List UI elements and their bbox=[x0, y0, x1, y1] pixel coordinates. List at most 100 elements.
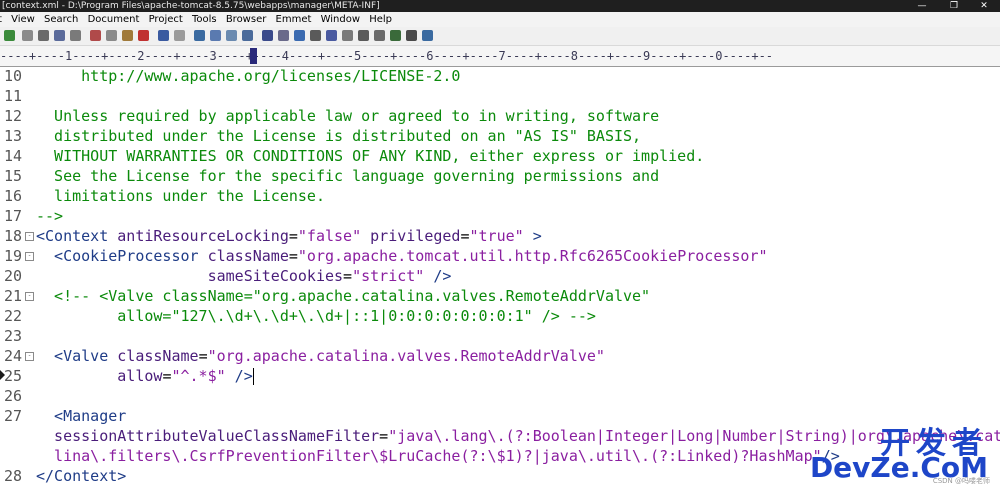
code-line[interactable]: 17 --> bbox=[0, 206, 1000, 226]
menu-bar: t View Search Document Project Tools Bro… bbox=[0, 12, 1000, 27]
code-token: > bbox=[523, 227, 542, 245]
menu-browser[interactable]: Browser bbox=[223, 12, 270, 27]
code-line[interactable]: 11 bbox=[0, 86, 1000, 106]
font-icon[interactable] bbox=[262, 30, 273, 41]
close-button[interactable]: ✕ bbox=[970, 0, 998, 12]
code-token: <Valve bbox=[36, 347, 118, 365]
code-text: distributed under the License is distrib… bbox=[36, 126, 641, 146]
fold-toggle-icon[interactable]: - bbox=[25, 292, 34, 301]
code-token: = bbox=[379, 427, 389, 445]
print-icon[interactable] bbox=[38, 30, 49, 41]
code-token: className bbox=[117, 347, 199, 365]
menu-window[interactable]: Window bbox=[318, 12, 363, 27]
line-number: 14 bbox=[4, 147, 23, 165]
menu-tools[interactable]: Tools bbox=[189, 12, 220, 27]
format-icon[interactable] bbox=[278, 30, 289, 41]
line-number: 17 bbox=[4, 207, 23, 225]
maximize-button[interactable]: ❐ bbox=[940, 0, 968, 12]
code-line[interactable]: 23 bbox=[0, 326, 1000, 346]
find-icon[interactable] bbox=[194, 30, 205, 41]
menu-help[interactable]: Help bbox=[366, 12, 395, 27]
delete-icon[interactable] bbox=[138, 30, 149, 41]
code-line[interactable]: 13 distributed under the License is dist… bbox=[0, 126, 1000, 146]
code-text: See the License for the specific languag… bbox=[36, 166, 659, 186]
copy-icon[interactable] bbox=[106, 30, 117, 41]
code-token: See the License for the specific languag… bbox=[36, 167, 660, 185]
code-line[interactable]: 25 allow="^.*$" /> bbox=[0, 366, 1000, 386]
code-line[interactable]: 18- <Context antiResourceLocking="false" … bbox=[0, 226, 1000, 246]
toolbar bbox=[0, 27, 1000, 46]
ruler-cursor-marker bbox=[250, 48, 257, 64]
code-line[interactable]: 24- <Valve className="org.apache.catalin… bbox=[0, 346, 1000, 366]
code-line[interactable]: 22 allow="127\.\d+\.\d+\.\d+|::1|0:0:0:0… bbox=[0, 306, 1000, 326]
settings-icon[interactable] bbox=[342, 30, 353, 41]
line-number: 20 bbox=[4, 267, 23, 285]
code-token: lina\.filters\.CsrfPreventionFilter\$Lru… bbox=[36, 447, 822, 465]
code-token: <!-- <Valve className="org.apache.catali… bbox=[36, 287, 651, 305]
line-numbers-icon[interactable] bbox=[310, 30, 321, 41]
code-token: /> bbox=[424, 267, 452, 285]
line-number: 13 bbox=[4, 127, 23, 145]
watermark-credit: CSDN @吗喽老师 bbox=[932, 477, 990, 485]
menu-project[interactable]: Project bbox=[146, 12, 186, 27]
code-text: <!-- <Valve className="org.apache.catali… bbox=[36, 286, 650, 306]
code-token: sameSiteCookies bbox=[36, 267, 344, 285]
line-number: 26 bbox=[4, 387, 23, 405]
code-text: </Context> bbox=[36, 466, 126, 486]
save-icon[interactable] bbox=[22, 30, 33, 41]
view-icon[interactable] bbox=[374, 30, 385, 41]
code-line[interactable]: 14 WITHOUT WARRANTIES OR CONDITIONS OF A… bbox=[0, 146, 1000, 166]
menu-search[interactable]: Search bbox=[41, 12, 81, 27]
cut-icon[interactable] bbox=[90, 30, 101, 41]
code-text: allow="^.*$" /> bbox=[36, 366, 254, 386]
redo-icon[interactable] bbox=[174, 30, 185, 41]
replace-icon[interactable] bbox=[226, 30, 237, 41]
code-token: privileged bbox=[361, 227, 461, 245]
code-line[interactable]: 15 See the License for the specific lang… bbox=[0, 166, 1000, 186]
code-token: distributed under the License is distrib… bbox=[36, 127, 642, 145]
menu-edit-partial[interactable]: t bbox=[0, 12, 5, 27]
code-line[interactable]: 21- <!-- <Valve className="org.apache.ca… bbox=[0, 286, 1000, 306]
find-next-icon[interactable] bbox=[210, 30, 221, 41]
code-token: className bbox=[207, 247, 289, 265]
line-number: 16 bbox=[4, 187, 23, 205]
browser-icon[interactable] bbox=[390, 30, 401, 41]
code-token: = bbox=[288, 227, 298, 245]
code-text: lina\.filters\.CsrfPreventionFilter\$Lru… bbox=[36, 446, 840, 466]
clip-icon[interactable] bbox=[406, 30, 417, 41]
code-token: <Manager bbox=[36, 407, 127, 425]
line-number: 23 bbox=[4, 327, 23, 345]
fold-toggle-icon[interactable]: - bbox=[25, 352, 34, 361]
undo-icon[interactable] bbox=[158, 30, 169, 41]
line-number: 10 bbox=[4, 67, 23, 85]
paste-icon[interactable] bbox=[122, 30, 133, 41]
new-file-icon[interactable] bbox=[4, 30, 15, 41]
fold-toggle-icon[interactable]: - bbox=[25, 252, 34, 261]
code-text: --> bbox=[36, 206, 63, 226]
code-line[interactable]: 26 bbox=[0, 386, 1000, 406]
goto-icon[interactable] bbox=[242, 30, 253, 41]
code-line[interactable]: 12 Unless required by applicable law or … bbox=[0, 106, 1000, 126]
preview-icon[interactable] bbox=[70, 30, 81, 41]
menu-view[interactable]: View bbox=[8, 12, 38, 27]
menu-document[interactable]: Document bbox=[85, 12, 143, 27]
code-token: <Context bbox=[36, 227, 118, 245]
code-text: <Valve className="org.apache.catalina.va… bbox=[36, 346, 605, 366]
code-text: http://www.apache.org/licenses/LICENSE-2… bbox=[36, 66, 460, 86]
menu-emmet[interactable]: Emmet bbox=[273, 12, 315, 27]
code-line[interactable]: 10 http://www.apache.org/licenses/LICENS… bbox=[0, 66, 1000, 86]
code-token: WITHOUT WARRANTIES OR CONDITIONS OF ANY … bbox=[36, 147, 705, 165]
ruler-scale: ----+----1----+----2----+----3----+----4… bbox=[0, 49, 774, 63]
fold-toggle-icon[interactable]: - bbox=[25, 232, 34, 241]
help-icon[interactable] bbox=[422, 30, 433, 41]
code-line[interactable]: 19- <CookieProcessor className="org.apac… bbox=[0, 246, 1000, 266]
ruler-icon[interactable] bbox=[326, 30, 337, 41]
code-token: "false" bbox=[297, 227, 362, 245]
spell-check-icon[interactable] bbox=[54, 30, 65, 41]
code-line[interactable]: 16 limitations under the License. bbox=[0, 186, 1000, 206]
monitor-icon[interactable] bbox=[358, 30, 369, 41]
minimize-button[interactable]: — bbox=[908, 0, 936, 12]
word-wrap-icon[interactable] bbox=[294, 30, 305, 41]
code-line[interactable]: 20 sameSiteCookies="strict" /> bbox=[0, 266, 1000, 286]
code-token: allow="127\.\d+\.\d+\.\d+|::1|0:0:0:0:0:… bbox=[36, 307, 596, 325]
